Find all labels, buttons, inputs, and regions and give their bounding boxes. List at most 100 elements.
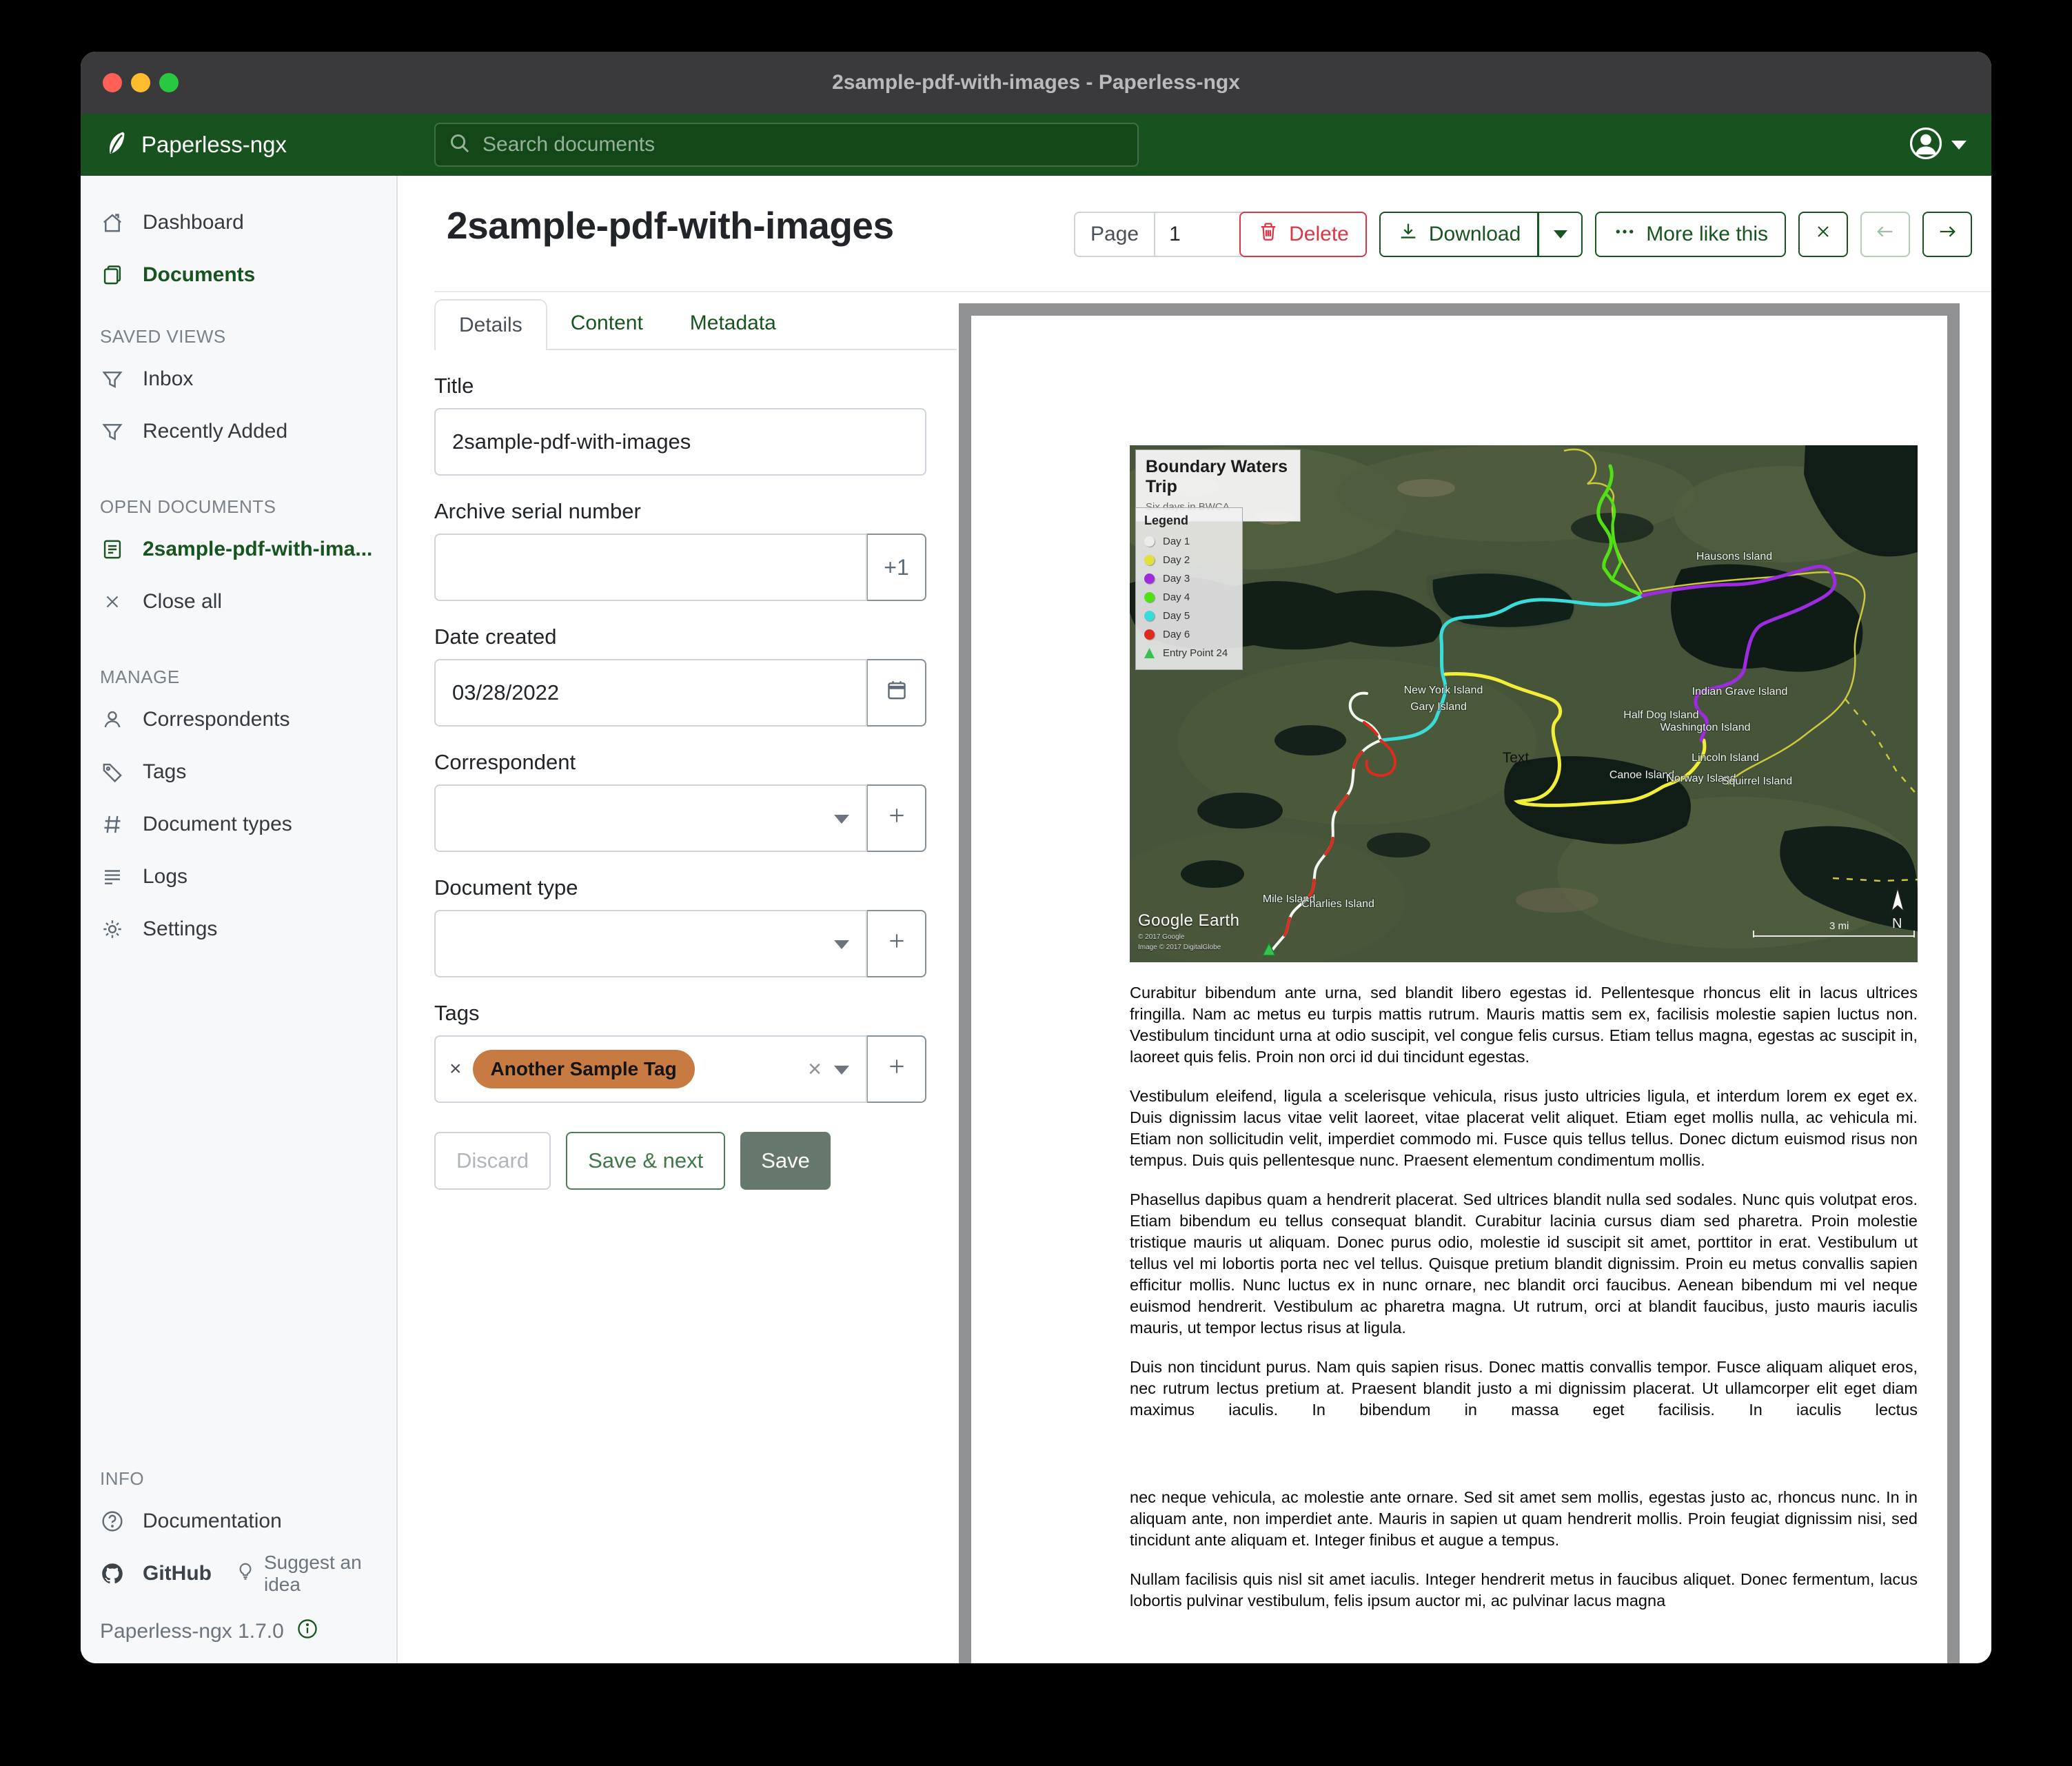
correspondent-label: Correspondent (434, 750, 957, 775)
user-menu[interactable] (1909, 114, 1967, 176)
sidebar-item-label: Close all (143, 590, 222, 613)
sidebar-item-document-types[interactable]: Document types (81, 798, 396, 851)
sidebar-item-label: Documents (143, 263, 255, 287)
tag-chip[interactable]: Another Sample Tag (473, 1050, 695, 1088)
sidebar-item-recently-added[interactable]: Recently Added (81, 405, 396, 458)
sidebar-item-documentation[interactable]: Documentation (81, 1495, 396, 1547)
download-options-button[interactable] (1538, 212, 1583, 257)
download-icon (1397, 221, 1419, 248)
user-avatar-icon (1909, 126, 1943, 164)
sidebar-item-dashboard[interactable]: Dashboard (81, 196, 396, 249)
add-document-type-button[interactable] (867, 910, 926, 977)
save-button[interactable]: Save (740, 1132, 831, 1190)
paragraph: Nullam facilisis quis nisl sit amet iacu… (1130, 1569, 1918, 1612)
main-content: 2sample-pdf-with-images Page of 10 Delet… (398, 176, 1991, 1663)
sidebar-item-logs[interactable]: Logs (81, 851, 396, 903)
paragraph: Vestibulum eleifend, ligula a scelerisqu… (1130, 1086, 1918, 1171)
search-input[interactable] (481, 132, 1125, 157)
sidebar-item-label: Documentation (143, 1510, 282, 1533)
asn-field-label: Archive serial number (434, 499, 957, 524)
close-window-button[interactable] (103, 73, 122, 92)
tab-details[interactable]: Details (434, 299, 547, 350)
delete-label: Delete (1289, 223, 1349, 246)
brand-name: Paperless-ngx (141, 132, 287, 158)
minimize-window-button[interactable] (131, 73, 150, 92)
entry-point-icon (1144, 648, 1155, 658)
tab-metadata[interactable]: Metadata (667, 298, 800, 349)
legend-item: Day 3 (1144, 569, 1234, 588)
legend-swatch (1144, 592, 1155, 602)
legend-item: Day 1 (1144, 532, 1234, 551)
document-text: Curabitur bibendum ante urna, sed blandi… (1130, 982, 1918, 1630)
zoom-window-button[interactable] (159, 73, 179, 92)
correspondent-select[interactable] (434, 784, 867, 852)
sidebar-item-github[interactable]: GitHub (81, 1547, 212, 1600)
tags-select[interactable]: × Another Sample Tag × (434, 1035, 867, 1103)
map-image: Hausons Island New York Island Gary Isla… (1130, 445, 1918, 962)
chevron-down-icon (1951, 141, 1967, 150)
svg-text:Washington Island: Washington Island (1660, 722, 1750, 733)
legend-item: Entry Point 24 (1144, 644, 1234, 662)
save-next-button[interactable]: Save & next (566, 1132, 725, 1190)
funnel-icon (100, 367, 125, 391)
title-field[interactable] (434, 408, 926, 476)
info-circle-icon[interactable] (296, 1618, 318, 1645)
tab-bar: Details Content Metadata (434, 298, 957, 350)
discard-button[interactable]: Discard (434, 1132, 551, 1190)
page-number-input[interactable] (1154, 213, 1243, 256)
tab-content[interactable]: Content (547, 298, 667, 349)
legend-item: Day 4 (1144, 588, 1234, 607)
more-like-this-button[interactable]: More like this (1595, 212, 1786, 257)
clear-tags-icon[interactable]: × (808, 1056, 822, 1083)
legend-swatch (1144, 555, 1155, 565)
svg-text:Lincoln Island: Lincoln Island (1692, 752, 1759, 764)
sidebar-item-tags[interactable]: Tags (81, 746, 396, 798)
person-icon (100, 708, 125, 731)
svg-text:Hausons Island: Hausons Island (1696, 551, 1772, 562)
sidebar-item-settings[interactable]: Settings (81, 903, 396, 955)
document-type-select[interactable] (434, 910, 867, 977)
asn-plus-one-button[interactable]: +1 (867, 534, 926, 601)
map-title: Boundary Waters Trip (1146, 457, 1290, 497)
date-created-field[interactable] (434, 659, 867, 727)
sidebar-item-close-all[interactable]: Close all (81, 576, 396, 628)
sidebar-item-open-document[interactable]: 2sample-pdf-with-ima... (81, 523, 396, 576)
close-document-button[interactable] (1798, 212, 1848, 257)
sidebar-item-label: Inbox (143, 367, 193, 391)
document-toolbar: Delete Download More like this (1239, 212, 1972, 257)
next-document-button[interactable] (1922, 212, 1972, 257)
sidebar-item-suggest-idea[interactable]: Suggest an idea (235, 1552, 396, 1596)
add-correspondent-button[interactable] (867, 784, 926, 852)
sidebar-item-correspondents[interactable]: Correspondents (81, 693, 396, 746)
asn-field[interactable] (434, 534, 867, 601)
brand[interactable]: Paperless-ngx (101, 129, 287, 161)
previous-document-button[interactable] (1860, 212, 1910, 257)
app-version: Paperless-ngx 1.7.0 (100, 1620, 284, 1643)
sidebar-section-info: INFO (81, 1468, 396, 1490)
plus-icon (886, 805, 907, 831)
remove-tag-icon[interactable]: × (449, 1057, 462, 1081)
add-tag-button[interactable] (867, 1035, 926, 1103)
svg-text:Squirrel Island: Squirrel Island (1722, 775, 1792, 787)
search-bar (434, 123, 1139, 167)
document-type-label: Document type (434, 875, 957, 900)
app-header: Paperless-ngx (81, 114, 1991, 176)
legend-swatch (1144, 629, 1155, 640)
download-button[interactable]: Download (1379, 212, 1538, 257)
chevron-down-icon (1554, 230, 1567, 238)
delete-button[interactable]: Delete (1239, 212, 1367, 257)
svg-text:Gary Island: Gary Island (1410, 701, 1467, 713)
sidebar-item-inbox[interactable]: Inbox (81, 353, 396, 405)
chevron-down-icon (834, 940, 849, 949)
pdf-preview[interactable]: Hausons Island New York Island Gary Isla… (959, 303, 1960, 1663)
svg-text:Half Dog Island: Half Dog Island (1623, 709, 1698, 721)
download-label: Download (1429, 223, 1521, 246)
paragraph: Curabitur bibendum ante urna, sed blandi… (1130, 982, 1918, 1068)
legend-swatch (1144, 611, 1155, 621)
calendar-button[interactable] (867, 659, 926, 727)
chevron-down-icon (834, 815, 849, 824)
map-legend: Legend Day 1 Day 2 Day 3 Day 4 Day 5 Day… (1135, 507, 1243, 670)
paragraph: nec neque vehicula, ac molestie ante orn… (1130, 1487, 1918, 1551)
sidebar-item-documents[interactable]: Documents (81, 249, 396, 301)
legend-item: Day 5 (1144, 607, 1234, 625)
